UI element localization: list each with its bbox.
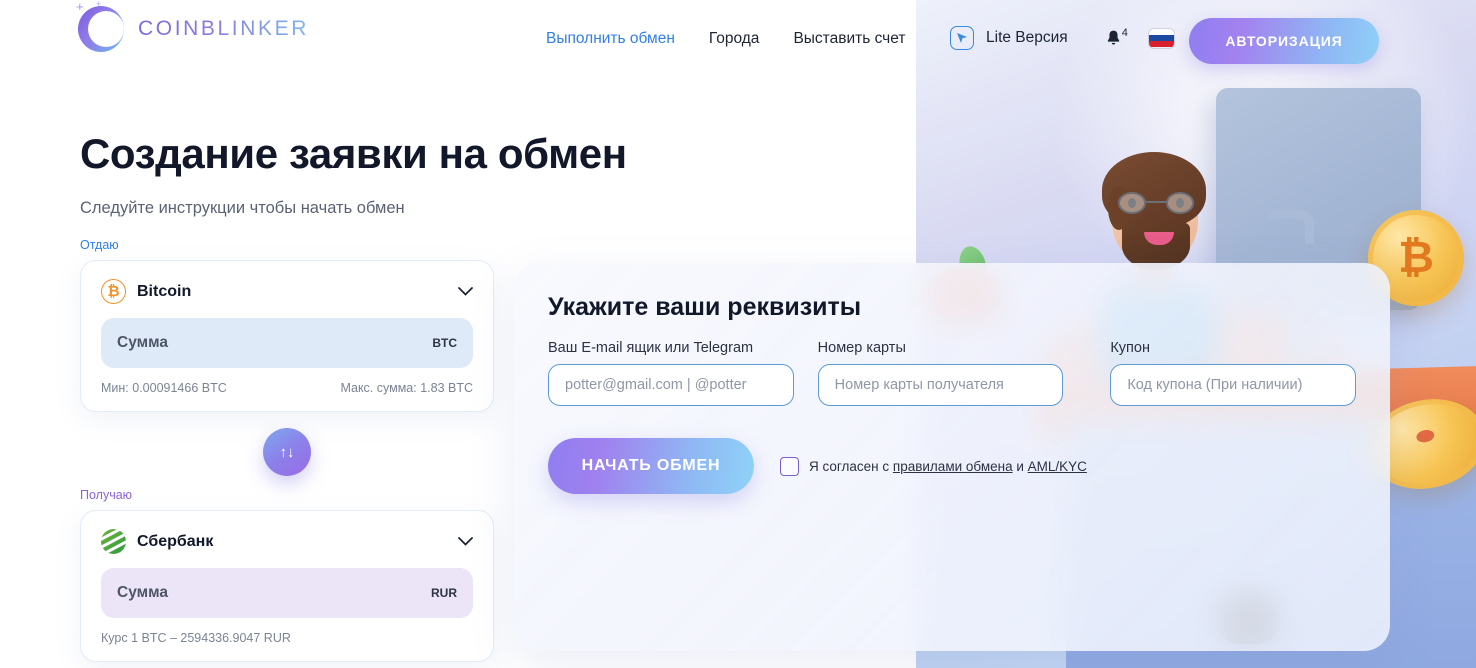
give-limits: Мин: 0.00091466 BTC Макс. сумма: 1.83 BT…: [101, 381, 473, 395]
avatar-right-eye-shape: [1176, 198, 1184, 208]
give-side-label: Отдаю: [80, 238, 119, 252]
get-asset-card: Сбербанк Сумма RUR Курс 1 BTC – 2594336.…: [80, 510, 494, 662]
avatar-hair-shape: [1102, 152, 1206, 230]
bell-icon: [1107, 30, 1119, 44]
avatar-left-eye-shape: [1128, 198, 1136, 208]
chevron-down-icon[interactable]: [458, 287, 473, 296]
agreement-text: Я согласен с правилами обмена и AML/KYC: [809, 459, 1087, 474]
exchange-rate-label: Курс 1 BTC – 2594336.9047 RUR: [101, 631, 291, 645]
russia-flag-icon[interactable]: [1148, 28, 1174, 48]
notifications-count: 4: [1121, 26, 1128, 39]
requisites-panel: Укажите ваши реквизиты Ваш E-mail ящик и…: [514, 263, 1390, 651]
card-field-group: Номер карты: [817, 340, 1064, 406]
email-input[interactable]: [548, 364, 794, 406]
get-currency-label: RUR: [431, 586, 457, 600]
swap-arrows-icon: ↑↓: [279, 443, 295, 461]
nav-item-cities[interactable]: Города: [709, 30, 760, 48]
exchange-column: Отдаю ₿ Bitcoin Сумма BTC Мин: 0.0009146…: [80, 238, 494, 662]
give-min-label: Мин: 0.00091466 BTC: [101, 381, 227, 395]
get-amount-placeholder: Сумма: [117, 584, 168, 601]
panel-actions: НАЧАТЬ ОБМЕН Я согласен с правилами обме…: [548, 438, 1356, 494]
avatar-glasses-icon: [1114, 192, 1202, 214]
nav-item-invoice[interactable]: Выставить счет: [793, 30, 905, 48]
exchange-rules-link[interactable]: правилами обмена: [893, 459, 1013, 474]
give-amount-placeholder: Сумма: [117, 334, 168, 351]
header-utilities: Lite Версия 4: [950, 26, 1174, 50]
page-title: Создание заявки на обмен: [80, 130, 627, 177]
brand-name: COINBLINKER: [138, 17, 309, 40]
crescent-circle-logo-icon: + + +: [76, 0, 124, 52]
aml-kyc-link[interactable]: AML/KYC: [1028, 459, 1087, 474]
get-asset-selector[interactable]: Сбербанк: [101, 529, 473, 554]
site-header: + + + COINBLINKER Выполнить обмен Города…: [0, 0, 1476, 82]
nav-item-exchange[interactable]: Выполнить обмен: [546, 30, 675, 48]
email-field-group: Ваш E-mail ящик или Telegram: [548, 340, 794, 406]
authorization-button[interactable]: АВТОРИЗАЦИЯ: [1189, 18, 1379, 64]
give-asset-name: Bitcoin: [137, 282, 192, 300]
swap-direction-button[interactable]: ↑↓: [263, 428, 311, 476]
give-currency-label: BTC: [432, 336, 457, 350]
give-asset-selector[interactable]: ₿ Bitcoin: [101, 279, 473, 304]
give-asset-card: ₿ Bitcoin Сумма BTC Мин: 0.00091466 BTC …: [80, 260, 494, 412]
agreement-row: Я согласен с правилами обмена и AML/KYC: [780, 456, 1087, 476]
get-side-label: Получаю: [80, 488, 133, 502]
give-max-label: Макс. сумма: 1.83 BTC: [340, 381, 473, 395]
agreement-middle: и: [1012, 458, 1028, 474]
sparkle-icon: +: [104, 0, 115, 1]
agreement-checkbox[interactable]: [780, 456, 799, 476]
page-root: + + + COINBLINKER Выполнить обмен Города…: [0, 0, 1476, 668]
main-navigation: Выполнить обмен Города Выставить счет: [546, 30, 905, 48]
bitcoin-icon: ₿: [101, 279, 126, 304]
requisites-title: Укажите ваши реквизиты: [548, 293, 862, 321]
swap-row: ↑↓: [80, 428, 494, 476]
sberbank-icon: [101, 529, 126, 554]
give-amount-input[interactable]: Сумма BTC: [101, 318, 473, 368]
monitor-arm-shape: [1268, 210, 1314, 244]
coupon-field-group: Купон: [1110, 340, 1357, 406]
chevron-down-icon[interactable]: [458, 537, 473, 546]
card-field-label: Номер карты: [817, 340, 906, 356]
notifications-button[interactable]: 4: [1106, 26, 1128, 47]
page-subtitle: Следуйте инструкции чтобы начать обмен: [80, 199, 405, 217]
avatar-head-shape: [1112, 168, 1198, 264]
lite-version-label[interactable]: Lite Версия: [986, 29, 1068, 47]
email-field-label: Ваш E-mail ящик или Telegram: [548, 340, 754, 356]
coupon-input[interactable]: [1110, 364, 1357, 406]
requisites-fields: Ваш E-mail ящик или Telegram Номер карты…: [548, 340, 1357, 406]
card-number-input[interactable]: [817, 364, 1064, 406]
avatar-mouth-shape: [1144, 232, 1174, 245]
get-amount-input[interactable]: Сумма RUR: [101, 568, 473, 618]
cursor-square-icon[interactable]: [950, 26, 974, 50]
sparkle-icon: +: [76, 0, 84, 14]
get-asset-name: Сбербанк: [137, 532, 214, 550]
coupon-field-label: Купон: [1110, 340, 1150, 356]
agreement-prefix: Я согласен с: [809, 458, 893, 474]
start-exchange-button[interactable]: НАЧАТЬ ОБМЕН: [548, 438, 754, 494]
brand-logo[interactable]: + + + COINBLINKER: [76, 0, 309, 52]
